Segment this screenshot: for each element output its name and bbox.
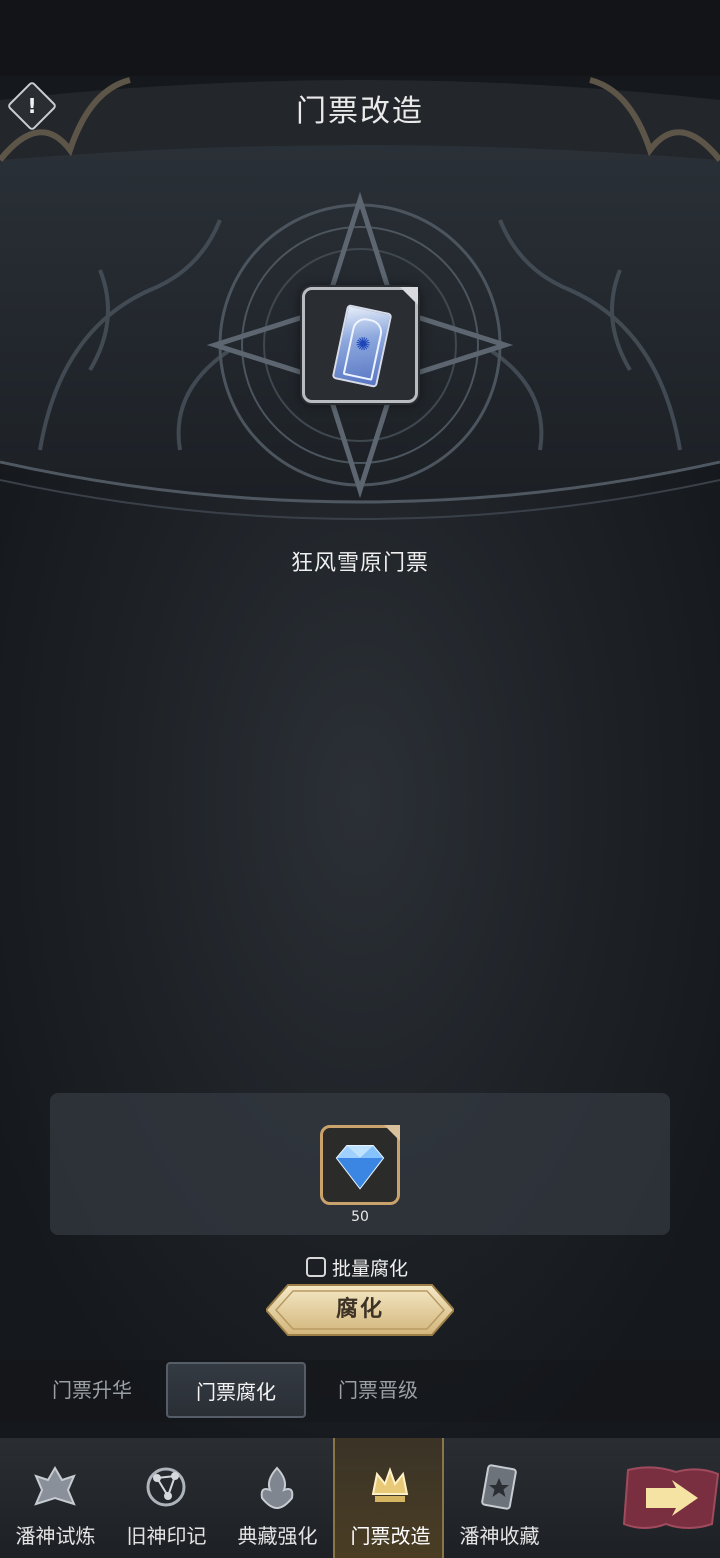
nav-label: 典藏强化 bbox=[237, 1524, 318, 1548]
page-title: 门票改造 bbox=[296, 94, 424, 129]
sub-tab-bar: 门票升华 门票腐化 门票晋级 bbox=[0, 1360, 720, 1422]
next-arrow-icon[interactable] bbox=[622, 1462, 720, 1534]
tab-ticket-promotion[interactable]: 门票晋级 bbox=[308, 1362, 448, 1418]
star-card-icon bbox=[481, 1464, 517, 1510]
ticket-sigil: ✺ bbox=[353, 332, 373, 357]
tab-ticket-corruption[interactable]: 门票腐化 bbox=[166, 1362, 306, 1418]
nav-label: 旧神印记 bbox=[126, 1524, 207, 1548]
cost-amount: 50 bbox=[351, 1209, 369, 1225]
corrupt-button[interactable]: 腐化 bbox=[266, 1283, 454, 1337]
nav-label: 门票改造 bbox=[350, 1524, 431, 1548]
nav-label: 潘神收藏 bbox=[459, 1524, 540, 1548]
trial-emblem-icon bbox=[34, 1466, 76, 1506]
constellation-icon bbox=[146, 1467, 186, 1507]
nav-item-pan-collection[interactable]: 潘神收藏 bbox=[444, 1438, 555, 1558]
app-root: ! 门票改造 ✺ 狂风雪原门票 50 批量腐化 腐化 门票升华 门票腐化 门票晋… bbox=[0, 0, 720, 1558]
cost-panel: 50 bbox=[50, 1093, 670, 1235]
batch-checkbox[interactable] bbox=[306, 1257, 326, 1277]
bottom-nav: 潘神试炼 旧神印记 典藏强化 门票改造 潘神收藏 bbox=[0, 1438, 720, 1558]
tab-ticket-sublimation[interactable]: 门票升华 bbox=[22, 1362, 162, 1418]
ticket-icon: ✺ bbox=[331, 304, 393, 388]
nav-item-collection-enhance[interactable]: 典藏强化 bbox=[222, 1438, 333, 1558]
nav-item-pan-trial[interactable]: 潘神试炼 bbox=[0, 1438, 111, 1558]
nav-label: 潘神试炼 bbox=[15, 1524, 96, 1548]
ticket-name: 狂风雪原门票 bbox=[290, 551, 429, 576]
batch-corrupt-toggle[interactable]: 批量腐化 bbox=[306, 1255, 409, 1280]
crown-emblem-icon bbox=[371, 1467, 409, 1502]
diamond-icon bbox=[335, 1145, 385, 1190]
corrupt-button-label: 腐化 bbox=[335, 1297, 384, 1322]
slot-corner bbox=[400, 287, 418, 305]
nav-item-ticket-modify[interactable]: 门票改造 bbox=[333, 1438, 444, 1558]
status-bar bbox=[0, 0, 720, 76]
cost-item-slot[interactable] bbox=[320, 1125, 400, 1205]
flame-emblem-icon bbox=[260, 1466, 294, 1510]
nav-item-old-god-mark[interactable]: 旧神印记 bbox=[111, 1438, 222, 1558]
ticket-slot[interactable]: ✺ bbox=[302, 287, 418, 403]
batch-label: 批量腐化 bbox=[332, 1257, 409, 1280]
